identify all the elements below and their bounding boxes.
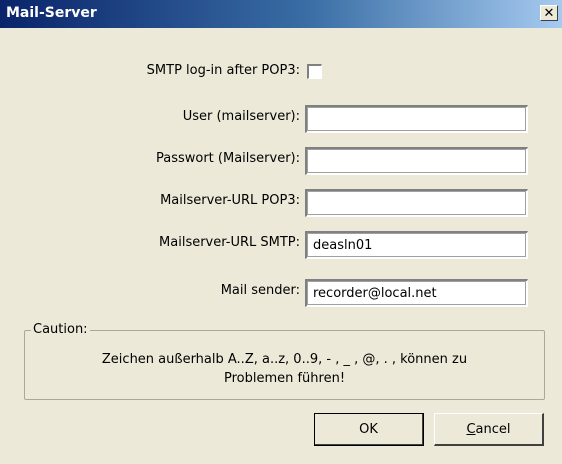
password-row: Passwort (Mailserver): — [0, 147, 562, 175]
password-field[interactable] — [305, 147, 528, 175]
smtp-login-row: SMTP log-in after POP3: — [0, 59, 562, 87]
caution-line-2: Problemen führen! — [223, 371, 346, 386]
smtp-login-label: SMTP log-in after POP3: — [146, 63, 300, 78]
cancel-label-rest: ancel — [475, 421, 511, 437]
ok-button[interactable]: OK — [314, 413, 424, 446]
caution-message: Zeichen außerhalb A..Z, a..z, 0..9, - , … — [25, 350, 544, 388]
user-row: User (mailserver): — [0, 105, 562, 133]
password-label: Passwort (Mailserver): — [155, 151, 300, 166]
smtp-url-row: Mailserver-URL SMTP: — [0, 231, 562, 259]
pop3-url-label: Mailserver-URL POP3: — [160, 193, 300, 208]
window-title: Mail-Server — [6, 5, 97, 21]
smtp-login-checkbox[interactable] — [307, 64, 322, 79]
close-button[interactable]: ✕ — [540, 5, 558, 21]
user-field[interactable] — [305, 105, 528, 133]
sender-field[interactable] — [305, 279, 528, 307]
caution-title: Caution: — [31, 322, 90, 337]
title-bar: Mail-Server ✕ — [0, 0, 562, 28]
ok-button-label: OK — [359, 421, 378, 437]
cancel-mnemonic: C — [466, 421, 476, 437]
smtp-url-label: Mailserver-URL SMTP: — [159, 235, 300, 250]
pop3-url-row: Mailserver-URL POP3: — [0, 189, 562, 217]
caution-line-1: Zeichen außerhalb A..Z, a..z, 0..9, - , … — [101, 352, 468, 367]
close-icon: ✕ — [543, 5, 555, 21]
cancel-button[interactable]: Cancel — [434, 413, 544, 446]
cancel-button-label: Cancel — [466, 422, 510, 437]
pop3-url-field[interactable] — [305, 189, 528, 217]
sender-row: Mail sender: — [0, 279, 562, 307]
sender-label: Mail sender: — [220, 283, 300, 298]
caution-group: Caution: Zeichen außerhalb A..Z, a..z, 0… — [24, 322, 545, 400]
smtp-url-field[interactable] — [305, 231, 528, 259]
user-label: User (mailserver): — [182, 109, 300, 124]
